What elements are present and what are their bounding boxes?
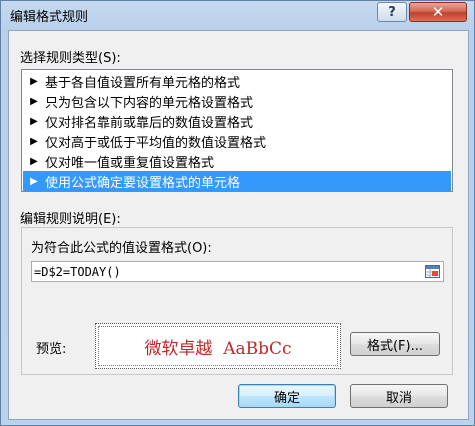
rule-type-item[interactable]: ▶ 仅对唯一值或重复值设置格式 — [23, 151, 451, 171]
formula-field[interactable] — [31, 261, 444, 282]
rule-type-item-label: 使用公式确定要设置格式的单元格 — [45, 175, 241, 191]
preview-box: 微软卓越 AaBbCc — [95, 323, 341, 369]
rule-type-item[interactable]: ▶ 仅对排名靠前或靠后的数值设置格式 — [23, 111, 451, 131]
cancel-button[interactable]: 取消 — [350, 384, 448, 408]
ok-button-label: 确定 — [273, 390, 300, 406]
rule-type-item-label: 仅对唯一值或重复值设置格式 — [45, 155, 215, 171]
rule-type-item[interactable]: ▶ 仅对高于或低于平均值的数值设置格式 — [23, 131, 451, 151]
range-select-button[interactable] — [423, 263, 442, 280]
rule-type-item-label: 基于各自值设置所有单元格的格式 — [45, 75, 241, 91]
rule-description-panel: 为符合此公式的值设置格式(O): 预览: 微软卓越 — [21, 227, 453, 375]
rule-type-item-label: 只为包含以下内容的单元格设置格式 — [45, 95, 254, 111]
preview-label: 预览: — [36, 342, 67, 357]
formula-label: 为符合此公式的值设置格式(O): — [31, 241, 212, 256]
close-button[interactable]: ✕ — [409, 2, 467, 22]
dialog-title: 编辑格式规则 — [10, 10, 89, 25]
rule-type-label: 选择规则类型(S): — [20, 51, 121, 66]
edit-description-label: 编辑规则说明(E): — [20, 212, 121, 227]
cancel-button-label: 取消 — [385, 390, 412, 406]
help-icon: ? — [388, 4, 396, 20]
range-select-icon — [425, 265, 440, 278]
triangle-right-icon: ▶ — [30, 115, 38, 127]
formula-input[interactable] — [34, 263, 414, 280]
rule-type-item-label: 仅对排名靠前或靠后的数值设置格式 — [45, 115, 254, 131]
triangle-right-icon: ▶ — [30, 155, 38, 167]
rule-type-item[interactable]: ▶ 基于各自值设置所有单元格的格式 — [23, 71, 451, 91]
preview-sample-text: 微软卓越 AaBbCc — [144, 338, 292, 359]
title-bar[interactable]: 编辑格式规则 ? ✕ — [1, 1, 474, 29]
rule-type-item-label: 仅对高于或低于平均值的数值设置格式 — [45, 135, 267, 151]
triangle-right-icon: ▶ — [30, 75, 38, 87]
triangle-right-icon: ▶ — [30, 135, 38, 147]
triangle-right-icon: ▶ — [30, 95, 38, 107]
rule-type-item[interactable]: ▶ 只为包含以下内容的单元格设置格式 — [23, 91, 451, 111]
ok-button[interactable]: 确定 — [238, 384, 336, 408]
dialog-body: 选择规则类型(S): ▶ 基于各自值设置所有单元格的格式 ▶ 只为包含以下内容的… — [8, 30, 469, 420]
close-icon: ✕ — [431, 3, 445, 21]
rule-type-list[interactable]: ▶ 基于各自值设置所有单元格的格式 ▶ 只为包含以下内容的单元格设置格式 ▶ 仅… — [21, 69, 453, 192]
rule-type-item-selected[interactable]: ▶ 使用公式确定要设置格式的单元格 — [23, 171, 451, 191]
help-button[interactable]: ? — [377, 2, 407, 22]
edit-format-rule-dialog: 编辑格式规则 ? ✕ 选择规则类型(S): ▶ 基于各自值设置所有单元格的格式 … — [0, 0, 475, 426]
format-button-label: 格式(F)... — [366, 338, 424, 354]
format-button[interactable]: 格式(F)... — [350, 332, 440, 356]
triangle-right-icon: ▶ — [30, 175, 38, 187]
